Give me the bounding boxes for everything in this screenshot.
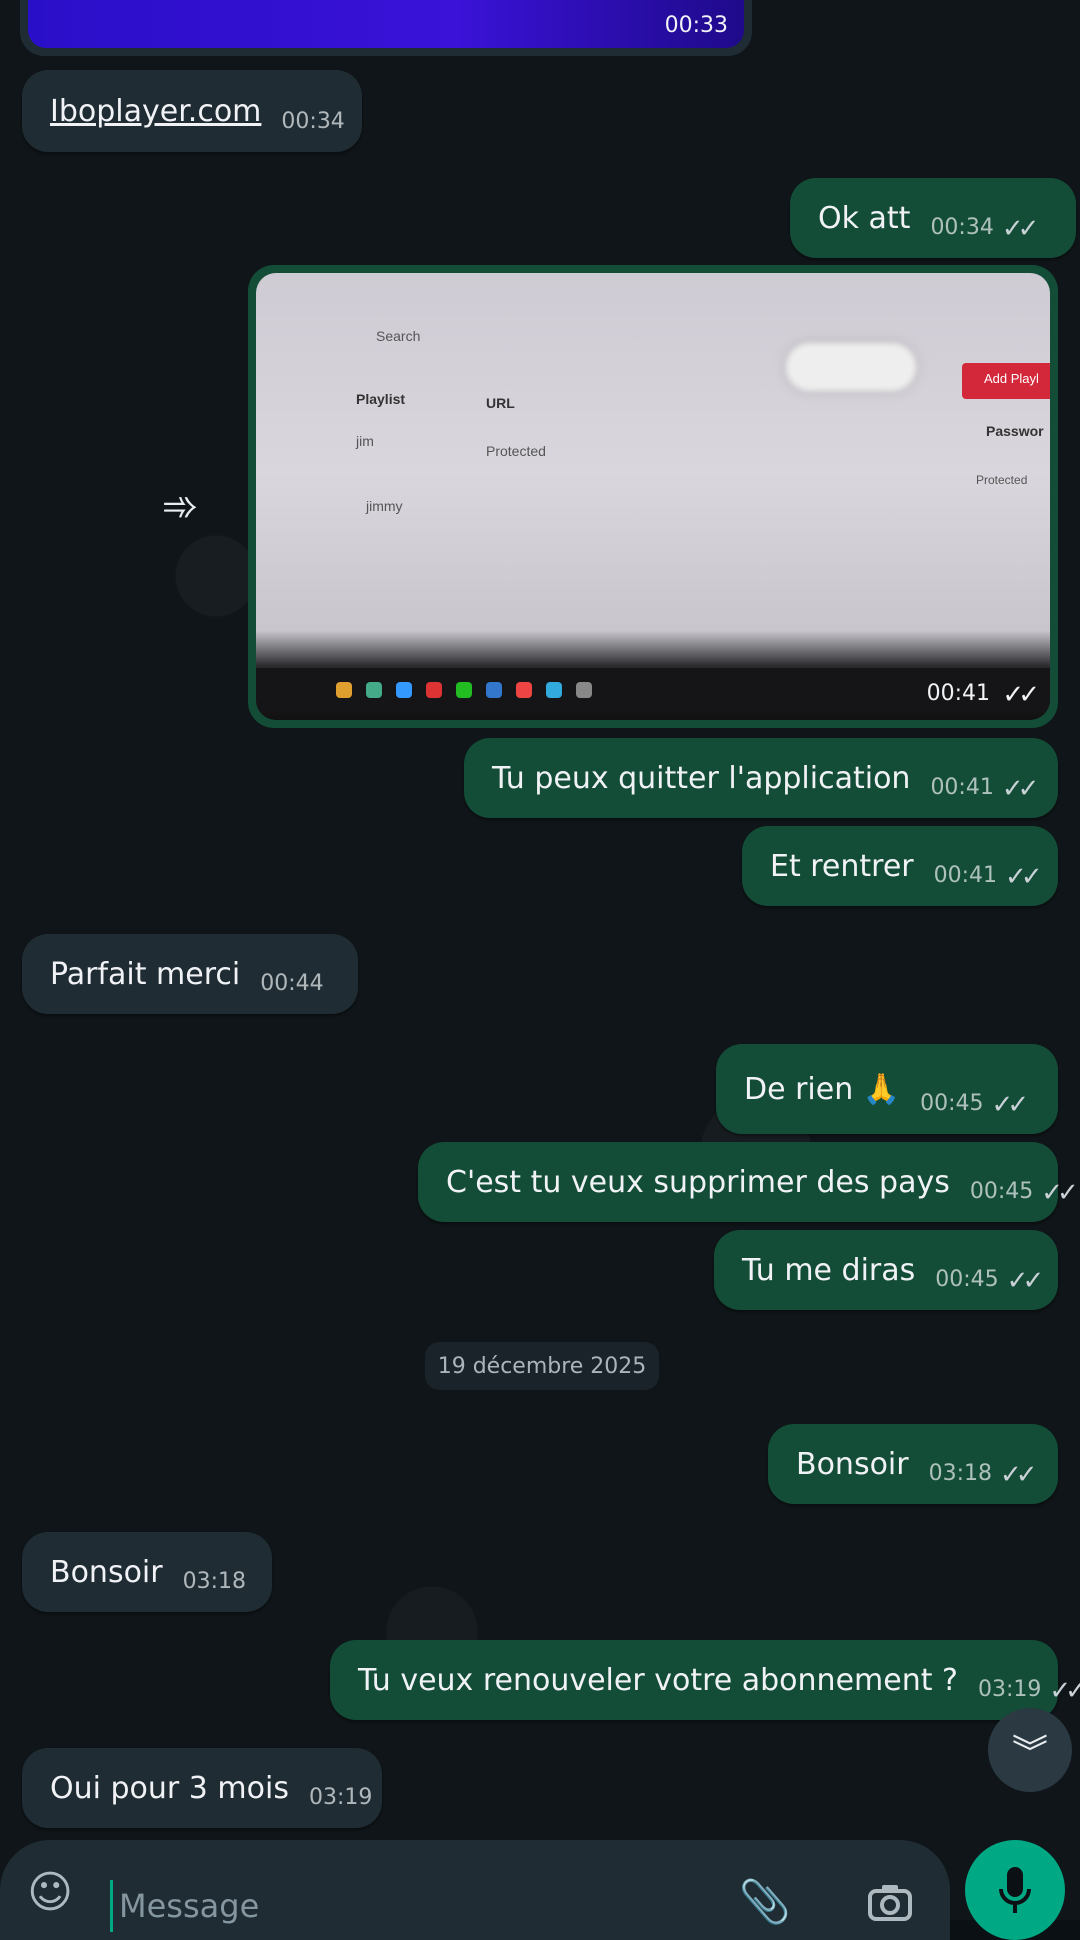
read-receipt-icon: ✓✓ — [1049, 1676, 1080, 1706]
message-bubble-outgoing[interactable]: Et rentrer 00:41 ✓✓ — [742, 826, 1058, 906]
message-text: Bonsoir — [796, 1446, 909, 1482]
forward-icon[interactable]: ➾ — [144, 470, 216, 542]
message-bubble-incoming[interactable]: Bonsoir 03:18 — [22, 1532, 272, 1612]
message-text: De rien 🙏 — [744, 1071, 901, 1107]
read-receipt-icon: ✓✓ — [991, 1090, 1029, 1120]
date-separator: 19 décembre 2025 — [425, 1342, 659, 1390]
message-link[interactable]: Iboplayer.com — [50, 94, 261, 129]
message-time: 00:45 — [969, 1179, 1034, 1204]
message-time: 00:45 — [920, 1091, 984, 1116]
message-bubble-outgoing[interactable]: Ok att 00:34 ✓✓ — [790, 178, 1076, 258]
read-receipt-icon: ✓✓ — [1001, 774, 1039, 804]
message-bubble-outgoing[interactable]: Tu peux quitter l'application 00:41 ✓✓ — [464, 738, 1058, 818]
image-text: Protected — [976, 473, 1028, 487]
message-time: 03:18 — [182, 1569, 247, 1594]
message-time: 00:45 — [935, 1267, 999, 1292]
message-time: 00:41 — [930, 775, 994, 800]
image-text: URL — [486, 395, 515, 411]
image-text: jim — [356, 433, 374, 449]
message-bubble-incoming[interactable]: Iboplayer.com 00:34 — [22, 70, 362, 152]
read-receipt-icon: ✓✓ — [1002, 680, 1039, 710]
message-bubble-outgoing-image[interactable]: Search Playlist URL jim Protected jimmy … — [248, 265, 1058, 728]
message-text: Et rentrer — [770, 848, 914, 884]
message-text: Tu me diras — [742, 1252, 916, 1288]
message-bubble-outgoing[interactable]: Tu veux renouveler votre abonnement ? 03… — [330, 1640, 1080, 1720]
message-text: Ok att — [818, 200, 911, 236]
image-text: Passwor — [986, 423, 1044, 439]
message-text: Bonsoir — [50, 1554, 163, 1590]
message-text: Oui pour 3 mois — [50, 1770, 289, 1806]
camera-icon-glyph — [868, 1885, 912, 1921]
read-receipt-icon: ✓✓ — [1005, 862, 1042, 892]
message-time: 03:19 — [308, 1785, 373, 1810]
blurred-area — [786, 343, 916, 391]
image-text: Add Playl — [984, 371, 1039, 386]
scroll-to-bottom-button[interactable]: ︾ — [988, 1708, 1072, 1792]
message-time: 00:33 — [664, 13, 728, 38]
double-chevron-down-icon: ︾ — [1011, 1733, 1048, 1774]
message-time: 03:19 — [977, 1677, 1042, 1702]
message-time: 00:41 — [926, 681, 990, 706]
message-time: 00:34 — [930, 215, 994, 240]
message-bubble-outgoing[interactable]: De rien 🙏 00:45 ✓✓ — [716, 1044, 1058, 1134]
media-message-partial[interactable]: 00:33 — [20, 0, 752, 56]
read-receipt-icon: ✓✓ — [1000, 1460, 1037, 1490]
message-bubble-outgoing[interactable]: C'est tu veux supprimer des pays 00:45 ✓… — [418, 1142, 1079, 1222]
message-text: Tu peux quitter l'application — [492, 760, 911, 796]
message-text: Tu veux renouveler votre abonnement ? — [358, 1662, 958, 1698]
message-bubble-outgoing[interactable]: Bonsoir 03:18 ✓✓ — [768, 1424, 1058, 1504]
camera-icon[interactable] — [860, 1872, 920, 1932]
read-receipt-icon: ✓✓ — [1041, 1178, 1078, 1208]
message-time: 00:41 — [933, 863, 998, 888]
image-text: Search — [376, 328, 421, 344]
message-input[interactable] — [110, 1880, 641, 1932]
message-bubble-incoming[interactable]: Oui pour 3 mois 03:19 — [22, 1748, 382, 1828]
media-thumbnail[interactable]: 00:33 — [28, 0, 744, 48]
message-time: 03:18 — [928, 1461, 993, 1486]
message-time: 00:34 — [281, 109, 345, 134]
image-text: jimmy — [366, 498, 403, 514]
mic-button[interactable] — [965, 1840, 1065, 1940]
message-bubble-outgoing[interactable]: Tu me diras 00:45 ✓✓ — [714, 1230, 1058, 1310]
mic-icon — [999, 1867, 1031, 1913]
message-text: C'est tu veux supprimer des pays — [446, 1164, 950, 1200]
paperclip-icon[interactable]: 📎 — [739, 1872, 791, 1932]
image-text: Playlist — [356, 391, 406, 407]
message-bubble-incoming[interactable]: Parfait merci 00:44 — [22, 934, 358, 1014]
sticker-icon[interactable]: ☺ — [20, 1862, 80, 1922]
message-text: Parfait merci — [50, 956, 241, 992]
message-time: 00:44 — [260, 971, 324, 996]
shared-image[interactable]: Search Playlist URL jim Protected jimmy … — [256, 273, 1050, 720]
read-receipt-icon: ✓✓ — [1006, 1266, 1044, 1296]
image-text: Protected — [486, 443, 546, 459]
read-receipt-icon: ✓✓ — [1001, 214, 1039, 244]
